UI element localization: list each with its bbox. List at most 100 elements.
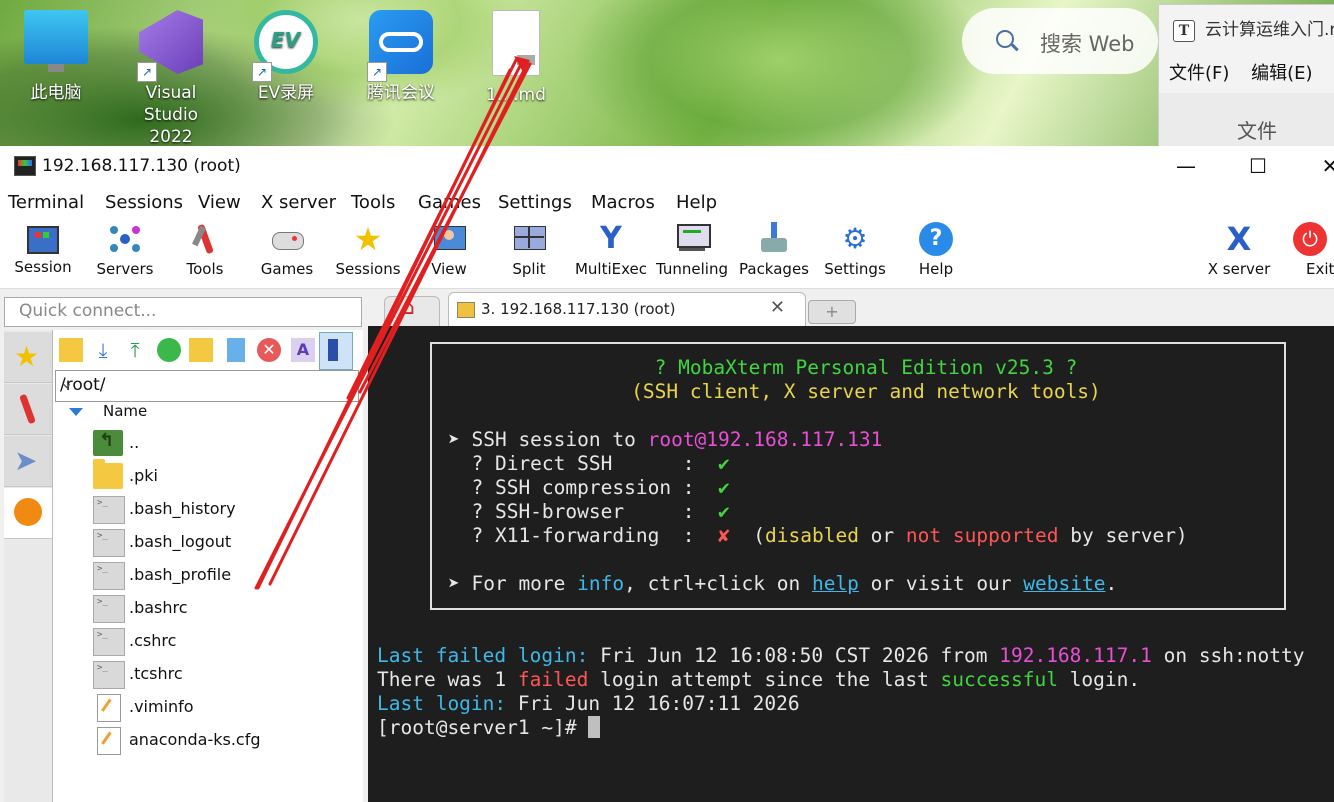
toolbar-view-button[interactable]: View: [410, 222, 488, 278]
toolbar-tunneling-button[interactable]: Tunneling: [653, 222, 731, 278]
menu-view[interactable]: View: [198, 192, 241, 213]
file-row[interactable]: .tcshrc: [93, 657, 361, 690]
tools-icon: [188, 222, 222, 256]
notepad-menu-file[interactable]: 文件(F): [1169, 63, 1229, 84]
document-file-icon: [492, 10, 540, 76]
download-icon[interactable]: ⤓: [91, 338, 115, 362]
toolbar-games-button[interactable]: Games: [248, 222, 326, 278]
toolbar-label: Servers: [96, 260, 154, 278]
toolbar-settings-button[interactable]: ⚙ Settings: [816, 222, 894, 278]
menu-terminal[interactable]: Terminal: [8, 192, 84, 213]
upload-icon[interactable]: ⤒: [123, 338, 147, 362]
notepad-menu-edit[interactable]: 编辑(E): [1251, 63, 1312, 84]
terminal-file-icon: [93, 595, 125, 623]
failed-attempts-line: There was 1 failed login attempt since t…: [377, 668, 1141, 691]
chevron-down-icon[interactable]: ⌄: [60, 373, 350, 392]
file-row[interactable]: .bash_logout: [93, 525, 361, 558]
toolbar-label: Help: [918, 260, 954, 278]
name-column-header[interactable]: Name: [69, 402, 147, 420]
sidebar-tab-macros[interactable]: ➤: [4, 436, 52, 487]
close-button[interactable]: ✕: [1294, 146, 1334, 186]
toolbar-sessions-button[interactable]: ★ Sessions: [329, 222, 407, 278]
file-row[interactable]: .bash_profile: [93, 558, 361, 591]
toolbar-label: Packages: [739, 260, 809, 278]
new-folder-icon[interactable]: [189, 338, 213, 362]
new-file-icon[interactable]: [227, 338, 245, 362]
toolbar-session-button[interactable]: Session: [4, 222, 82, 276]
toolbar-packages-button[interactable]: Packages: [735, 222, 813, 278]
session-tab-bar: 3. 192.168.117.130 (root) ✕ +: [368, 292, 1334, 327]
notepad-window[interactable]: T云计算运维入门.r 文件(F) 编辑(E) 段 文件: [1158, 4, 1334, 151]
menu-sessions[interactable]: Sessions: [105, 192, 183, 213]
terminal-file-icon: [93, 562, 125, 590]
desktop-icon-label: EV录屏: [257, 83, 315, 103]
text-file-icon: [97, 727, 121, 755]
file-browser-toolbar: ⤓ ⤒ ✕ A: [53, 332, 363, 370]
monitor-icon: [24, 10, 88, 72]
new-tab-button[interactable]: +: [808, 300, 856, 324]
file-row[interactable]: ..: [93, 426, 361, 459]
mobaxterm-window: 192.168.117.130 (root) — ☐ ✕ Terminal Se…: [0, 146, 1334, 802]
toolbar-multiexec-button[interactable]: Y MultiExec: [572, 222, 650, 279]
toolbar-label: Sessions: [335, 260, 401, 278]
file-name: .viminfo: [129, 697, 194, 716]
sidebar-tab-sftp[interactable]: [4, 488, 52, 539]
last-login-line: Last login: Fri Jun 12 16:07:11 2026: [377, 692, 800, 715]
help-link[interactable]: help: [812, 572, 859, 595]
file-row[interactable]: .bashrc: [93, 591, 361, 624]
sftp-file-browser: ⤓ ⤒ ✕ A /root/ ⌄ Name .. .pki .bash_histor…: [52, 330, 363, 802]
notepad-file-label: 文件: [1237, 119, 1277, 143]
file-row[interactable]: .cshrc: [93, 624, 361, 657]
file-row[interactable]: .pki: [93, 459, 361, 492]
file-row[interactable]: .bash_history: [93, 492, 361, 525]
sidebar-tab-tools[interactable]: [4, 384, 52, 435]
path-input[interactable]: /root/ ⌄: [55, 370, 359, 402]
help-icon: ?: [919, 222, 953, 256]
desktop-icon-md-file[interactable]: 1....md: [470, 10, 562, 106]
menu-games[interactable]: Games: [418, 192, 481, 213]
website-link[interactable]: website: [1023, 572, 1105, 595]
toolbar-tools-button[interactable]: Tools: [166, 222, 244, 278]
rename-icon[interactable]: A: [291, 338, 315, 362]
file-row[interactable]: .viminfo: [93, 690, 361, 723]
toolbar-split-button[interactable]: Split: [490, 222, 568, 278]
terminal-file-icon: [93, 628, 125, 656]
desktop-icon-visual-studio[interactable]: ↗ Visual Studio 2022: [125, 10, 217, 148]
desktop-icon-label: 此电脑: [30, 83, 82, 103]
web-search-box[interactable]: 搜索 Web: [962, 8, 1158, 74]
tab-session-3[interactable]: 3. 192.168.117.130 (root) ✕: [448, 292, 806, 327]
toolbar-label: Session: [14, 258, 72, 276]
menu-tools[interactable]: Tools: [351, 192, 395, 213]
menu-macros[interactable]: Macros: [591, 192, 655, 213]
delete-icon[interactable]: ✕: [257, 338, 281, 362]
file-name: .bash_logout: [129, 532, 232, 551]
menu-settings[interactable]: Settings: [498, 192, 572, 213]
parent-folder-icon[interactable]: [59, 338, 83, 362]
file-row[interactable]: anaconda-ks.cfg: [93, 723, 361, 756]
menu-x-server[interactable]: X server: [261, 192, 336, 213]
menu-help[interactable]: Help: [676, 192, 717, 213]
notepad-title: T 云计算运维入门.r: [1173, 15, 1334, 42]
desktop-icon-label: 1....md: [486, 85, 546, 105]
split-icon: [512, 222, 546, 256]
desktop-icon-ev-recorder[interactable]: EV ↗ EV录屏: [240, 10, 332, 104]
follow-terminal-toggle[interactable]: [319, 332, 353, 370]
desktop-icon-tencent-meeting[interactable]: ↗ 腾讯会议: [355, 10, 447, 104]
refresh-icon[interactable]: [157, 338, 181, 362]
maximize-button[interactable]: ☐: [1222, 146, 1294, 186]
toolbar-label: Exit: [1306, 260, 1334, 278]
minimize-button[interactable]: —: [1150, 146, 1222, 186]
close-tab-icon[interactable]: ✕: [770, 297, 785, 318]
terminal-area[interactable]: ? MobaXterm Personal Edition v25.3 ? (SS…: [368, 326, 1334, 802]
toolbar-help-button[interactable]: ? Help: [897, 222, 975, 278]
sidebar-tab-sessions[interactable]: ★: [4, 332, 52, 383]
window-title: 192.168.117.130 (root): [42, 156, 241, 176]
text-file-icon: [97, 694, 121, 722]
toolbar-servers-button[interactable]: Servers: [86, 222, 164, 278]
desktop-icon-this-pc[interactable]: 此电脑: [10, 10, 102, 104]
terminal-file-icon: [93, 496, 125, 524]
home-tab[interactable]: [384, 295, 440, 327]
toolbar-x-server-button[interactable]: X X server: [1200, 222, 1278, 278]
quick-connect-input[interactable]: Quick connect...: [4, 297, 362, 327]
toolbar-exit-button[interactable]: ⏻ Exit: [1280, 222, 1334, 278]
